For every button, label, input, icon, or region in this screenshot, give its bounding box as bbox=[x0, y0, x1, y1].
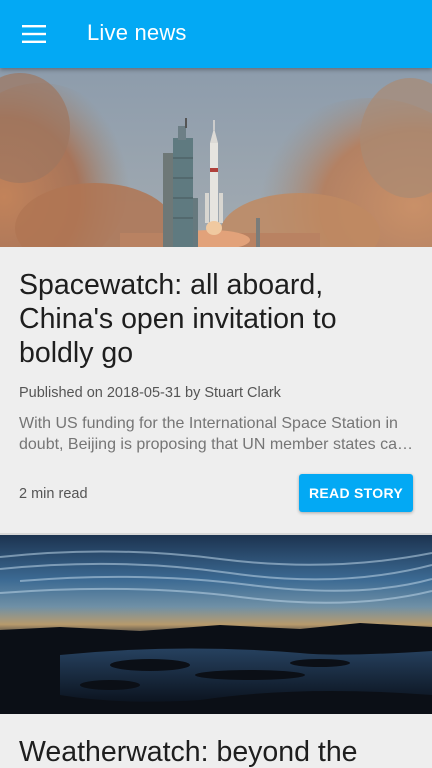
article-summary: With US funding for the International Sp… bbox=[19, 415, 406, 453]
read-story-button[interactable]: READ STORY bbox=[299, 474, 413, 512]
article-headline[interactable]: Spacewatch: all aboard, China's open inv… bbox=[19, 268, 414, 370]
author-name: Stuart Clark bbox=[204, 385, 281, 401]
by-label: by bbox=[185, 385, 201, 401]
hamburger-menu-icon bbox=[22, 25, 46, 43]
night-clouds-over-water-photo[interactable] bbox=[0, 535, 432, 714]
app-screen: Live news Spacewatch: all aboard, China'… bbox=[0, 0, 432, 768]
app-bar: Live news bbox=[0, 0, 432, 68]
article-byline: Published on 2018-05-31 by Stuart Clark bbox=[19, 385, 281, 401]
read-time: 2 min read bbox=[19, 486, 88, 502]
article-card[interactable]: Spacewatch: all aboard, China's open inv… bbox=[0, 68, 432, 533]
article-headline[interactable]: Weatherwatch: beyond the bbox=[19, 735, 432, 768]
rocket-launch-photo[interactable] bbox=[0, 68, 432, 247]
published-label: Published on bbox=[19, 385, 103, 401]
article-card[interactable]: Weatherwatch: beyond the bbox=[0, 535, 432, 768]
app-title: Live news bbox=[87, 20, 187, 45]
menu-button[interactable] bbox=[10, 12, 58, 56]
published-date: 2018-05-31 bbox=[106, 385, 182, 401]
